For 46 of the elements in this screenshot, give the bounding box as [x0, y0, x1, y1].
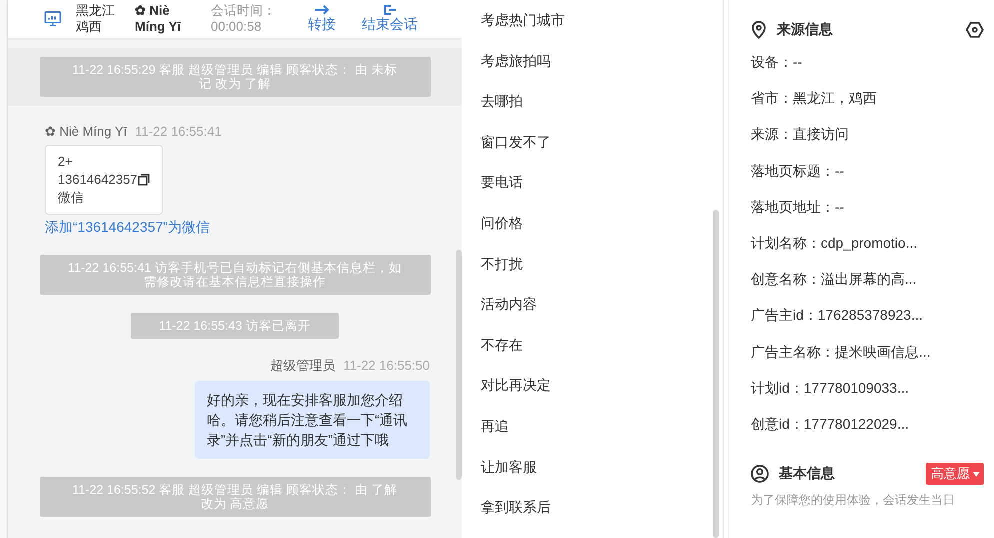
notice-text: 为了保障您的使用体验，会话发生当日	[751, 492, 956, 510]
session-time: 会话时间： 00:00:58	[210, 3, 276, 35]
section-title: 基本信息	[779, 465, 836, 484]
info-row-text: 创意id：177780122029...	[751, 416, 910, 434]
exit-icon	[382, 4, 397, 14]
info-row-text: 计划名称：cdp_promotio...	[751, 234, 918, 253]
message-meta: ✿ Niè Míng Yī 11-22 16:55:41	[45, 124, 222, 139]
info-row-text: 计划id：177780109033...	[751, 380, 910, 398]
quick-reply-item[interactable]: 考虑旅拍吗	[481, 50, 723, 92]
quick-reply-item[interactable]: 不存在	[481, 334, 723, 376]
status-dropdown[interactable]: 高意愿	[926, 463, 984, 486]
visitor-location: 黑龙江 鸡西	[76, 3, 115, 35]
info-row-text: 落地页标题：--	[751, 162, 846, 181]
info-row-text: 广告主id：176285378923...	[751, 307, 924, 326]
quick-reply-item[interactable]: 去哪拍	[481, 91, 723, 132]
info-row-text: 创意名称：溢出屏幕的高...	[751, 271, 918, 290]
caret-icon	[973, 472, 980, 477]
quick-reply-item[interactable]: 窗口发不了	[481, 132, 723, 172]
quick-reply-item[interactable]: 拿到联系后	[481, 497, 723, 538]
info-row-text: 落地页地址：--	[751, 198, 846, 217]
message-card: 2+ 13614642357 微信	[45, 145, 163, 215]
quick-reply-item[interactable]: 对比再决定	[481, 375, 723, 416]
copy-icon[interactable]	[138, 174, 150, 186]
end-session-button[interactable]: 结束会话	[362, 4, 418, 34]
message-meta: 超级管理员 11-22 16:55:50	[270, 357, 430, 375]
location-pin-icon	[751, 21, 767, 39]
info-row-text: 来源：直接访问	[751, 126, 850, 144]
quick-reply-item[interactable]: 不打扰	[481, 254, 723, 294]
message-bubble: 好的亲，现在安排客服加您介绍哈。请您稍后注意查看一下“通讯录”并点击“新的朋友”通过下哦	[195, 381, 430, 459]
quick-reply-item[interactable]: 要电话	[481, 172, 723, 214]
visitor-name: ✿ Niè Míng Yī	[135, 3, 181, 35]
transfer-button[interactable]: 转接	[308, 4, 336, 34]
arrow-right-icon	[314, 4, 330, 14]
info-row-text: 省市：黑龙江，鸡西	[751, 90, 878, 108]
add-wechat-link[interactable]: 添加“13614642357”为微信	[45, 219, 210, 237]
section-title: 来源信息	[777, 21, 834, 39]
quick-reply-item[interactable]: 活动内容	[481, 294, 723, 335]
settings-icon[interactable]	[966, 22, 984, 38]
quick-reply-item[interactable]: 问价格	[481, 213, 723, 254]
quick-reply-item[interactable]: 让加客服	[481, 456, 723, 498]
quick-reply-item[interactable]: 考虑热门城市	[481, 10, 723, 51]
quick-reply-item[interactable]: 再追	[481, 416, 723, 457]
monitor-icon	[44, 10, 62, 28]
user-circle-icon	[751, 465, 769, 484]
info-row-text: 广告主名称：提米映画信息...	[751, 344, 932, 362]
info-row-text: 设备：--	[751, 54, 804, 72]
